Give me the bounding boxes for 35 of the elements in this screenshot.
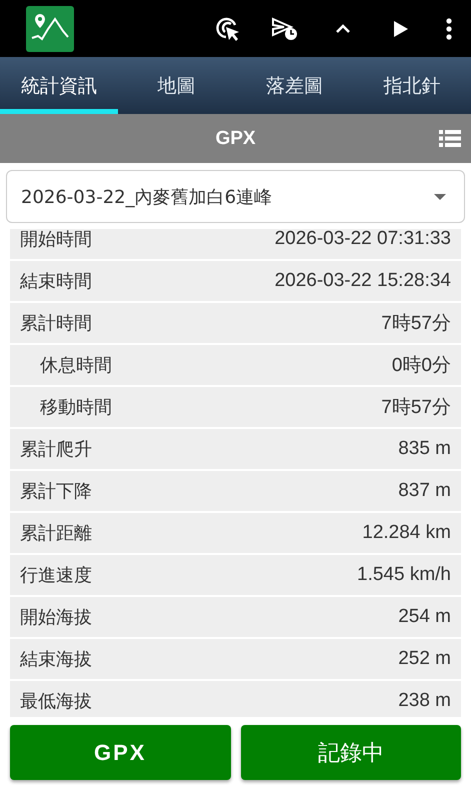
dropdown-arrow-icon xyxy=(434,194,446,200)
stat-value: 837 m xyxy=(398,480,451,502)
stat-label: 移動時間 xyxy=(39,396,112,419)
stat-value: 252 m xyxy=(398,648,451,670)
stat-value: 2026-03-22 15:28:34 xyxy=(274,270,451,292)
tab[interactable]: 地圖 xyxy=(118,57,236,114)
stat-value: 254 m xyxy=(398,606,451,628)
stat-value: 835 m xyxy=(398,438,451,460)
stat-label: 最低海拔 xyxy=(20,690,92,713)
stat-label: 開始海拔 xyxy=(20,606,92,629)
tab[interactable]: 統計資訊 xyxy=(0,57,118,114)
tab[interactable]: 落差圖 xyxy=(236,57,354,114)
record-button[interactable]: 記錄中 xyxy=(240,725,461,780)
stat-value: 7時57分 xyxy=(381,396,451,420)
stat-label: 累計下降 xyxy=(20,480,92,503)
stat-value: 0時0分 xyxy=(392,354,451,378)
stat-label: 結束海拔 xyxy=(20,648,92,671)
header-title: GPX xyxy=(215,128,256,150)
stat-label: 結束時間 xyxy=(20,270,92,293)
stat-value: 12.284 km xyxy=(362,522,451,544)
list-icon[interactable] xyxy=(439,130,461,147)
app-logo-icon[interactable] xyxy=(26,6,74,52)
stat-label: 休息時間 xyxy=(39,354,112,377)
stat-value: 2026-03-22 07:31:33 xyxy=(274,229,451,250)
stat-label: 開始時間 xyxy=(20,229,92,251)
stat-value: 7時57分 xyxy=(381,312,451,336)
stat-label: 累計時間 xyxy=(20,312,92,335)
stat-value: 238 m xyxy=(398,690,451,712)
gpx-button[interactable]: GPX xyxy=(10,725,230,780)
stat-label: 累計距離 xyxy=(20,522,92,545)
stat-value: 1.545 km/h xyxy=(357,564,451,586)
track-dropdown[interactable]: 2026-03-22_內麥舊加白6連峰 xyxy=(6,170,465,223)
tab[interactable]: 指北針 xyxy=(353,57,471,114)
stat-label: 累計爬升 xyxy=(20,438,92,461)
stat-label: 行進速度 xyxy=(20,564,92,587)
